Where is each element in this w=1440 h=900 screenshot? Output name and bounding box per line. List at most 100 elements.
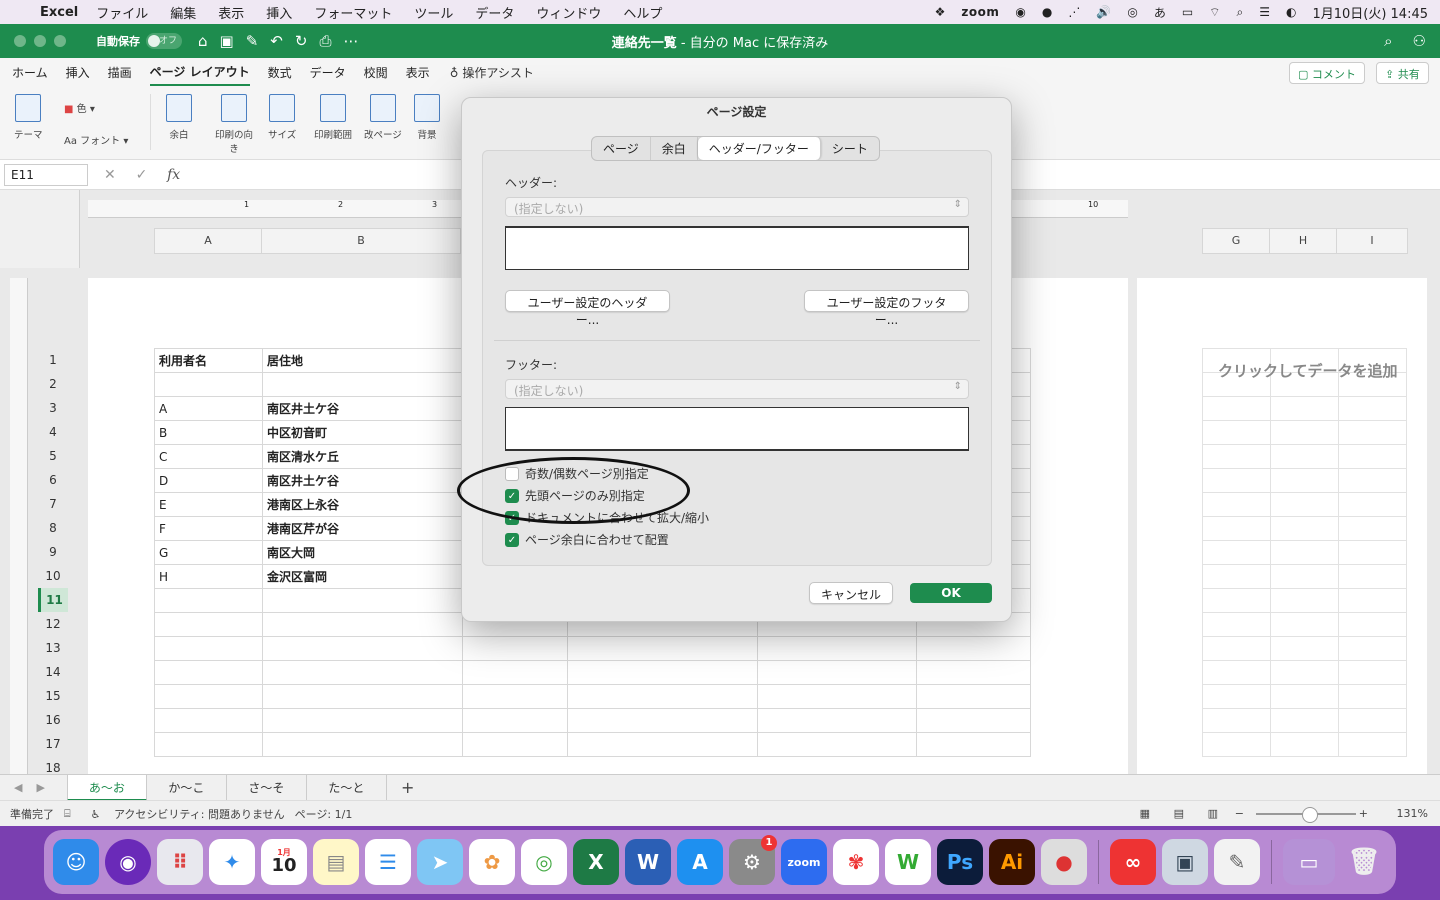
menu-window[interactable]: ウィンドウ [536,3,601,22]
launchpad-icon[interactable]: ⠿ [157,839,203,885]
header-select[interactable]: (指定しない) ⇕ [505,197,969,217]
fonts-button[interactable]: Aa フォント ▾ [64,132,128,147]
cell[interactable] [1202,684,1271,709]
cell[interactable] [1338,684,1407,709]
cell[interactable] [1338,540,1407,565]
creative-cloud-icon[interactable]: ◉ [1015,5,1025,19]
tab-view[interactable]: 表示 [406,60,430,85]
cell[interactable] [262,684,463,709]
tab-sheet[interactable]: シート [821,137,879,160]
tab-draw[interactable]: 描画 [108,60,132,85]
illustrator-icon[interactable]: Ai [989,839,1035,885]
sheet-tab-a-o[interactable]: あ～お [66,774,147,801]
cell[interactable] [462,636,568,661]
flower-app-icon[interactable]: ✾ [833,839,879,885]
cell[interactable] [916,708,1031,733]
row-header[interactable]: 9 [38,540,68,564]
accessibility-status[interactable]: ♿ アクセシビリティ: 問題ありません [81,806,285,822]
cell[interactable] [1202,444,1271,469]
colors-button[interactable]: ■ 色 ▾ [64,100,95,115]
macro-icon[interactable]: ⌸ [64,807,71,821]
menubar-clock[interactable]: 1月10日(火) 14:45 [1312,3,1428,22]
siri-icon[interactable]: ◐ [1286,5,1296,19]
cell[interactable] [462,660,568,685]
user-cell[interactable]: G [154,540,263,565]
cell[interactable] [1270,492,1339,517]
breaks-button[interactable]: 改ページ [364,94,402,141]
cell[interactable] [1202,708,1271,733]
cell[interactable] [154,372,263,397]
zoom-out-icon[interactable]: − [1235,807,1244,820]
cell[interactable] [154,636,263,661]
menu-insert[interactable]: 挿入 [266,3,292,22]
row-header[interactable]: 15 [38,684,68,708]
tell-me-assist[interactable]: ♁ 操作アシスト [450,64,534,81]
menu-view[interactable]: 表示 [218,3,244,22]
confirm-entry-icon[interactable]: ✓ [136,167,148,183]
cell[interactable] [1338,636,1407,661]
cell[interactable] [1202,420,1271,445]
cell[interactable] [1338,396,1407,421]
excel-dock-icon[interactable]: X [573,839,619,885]
name-box[interactable]: E11 [4,163,88,186]
maps-icon[interactable]: ➤ [417,839,463,885]
reminders-icon[interactable]: ☰ [365,839,411,885]
cell[interactable] [916,636,1031,661]
cell[interactable] [154,588,263,613]
menu-format[interactable]: フォーマット [314,3,392,22]
address-cell[interactable]: 金沢区富岡 [262,564,463,589]
user-cell[interactable]: F [154,516,263,541]
column-header-i[interactable]: I [1336,228,1408,254]
cell[interactable] [1338,732,1407,757]
tab-insert[interactable]: 挿入 [66,60,90,85]
address-cell[interactable]: 中区初音町 [262,420,463,445]
siri-app-icon[interactable]: ◉ [105,839,151,885]
spotlight-icon[interactable]: ⌕ [1236,5,1243,20]
more-icon[interactable]: ⋯ [343,32,358,50]
cell[interactable] [262,612,463,637]
control-center-icon[interactable]: ☰ [1259,5,1270,19]
header-cell-address[interactable]: 居住地 [262,348,463,373]
user-cell[interactable]: C [154,444,263,469]
cell[interactable] [1270,540,1339,565]
cell[interactable] [462,684,568,709]
cell[interactable] [262,372,463,397]
zoom-slider[interactable] [1256,807,1356,823]
cancel-entry-icon[interactable]: ✕ [104,167,116,183]
trash-icon[interactable]: 🗑 [1341,839,1387,885]
row-header[interactable]: 4 [38,420,68,444]
row-header[interactable]: 12 [38,612,68,636]
custom-footer-button[interactable]: ユーザー設定のフッター... [804,290,969,327]
zoom-app-icon[interactable]: zoom [781,839,827,885]
tab-data[interactable]: データ [310,60,346,85]
row-header[interactable]: 2 [38,372,68,396]
footer-select[interactable]: (指定しない) ⇕ [505,379,969,399]
cell[interactable] [1202,540,1271,565]
page-layout-view-icon[interactable]: ▤ [1174,807,1184,820]
tab-home[interactable]: ホーム [12,60,48,85]
cell[interactable] [1202,468,1271,493]
cell[interactable] [154,732,263,757]
cell[interactable] [1270,660,1339,685]
cell[interactable] [262,708,463,733]
edit-icon[interactable]: ✎ [246,32,259,50]
address-cell[interactable]: 港南区芹が谷 [262,516,463,541]
menu-tools[interactable]: ツール [414,3,453,22]
menu-data[interactable]: データ [475,3,514,22]
row-header[interactable]: 7 [38,492,68,516]
cell[interactable] [1270,612,1339,637]
menu-file[interactable]: ファイル [96,3,148,22]
column-header-g[interactable]: G [1202,228,1270,254]
custom-header-button[interactable]: ユーザー設定のヘッダー... [505,290,670,327]
grammarly-icon[interactable]: ● [1042,5,1052,19]
menu-edit[interactable]: 編集 [170,3,196,22]
redo-icon[interactable]: ↻ [295,32,308,50]
user-cell[interactable]: A [154,396,263,421]
close-window-button[interactable] [14,35,26,47]
address-cell[interactable]: 南区井土ケ谷 [262,468,463,493]
battery-icon[interactable]: ▭ [1182,5,1193,19]
cell[interactable] [1338,612,1407,637]
tab-margins[interactable]: 余白 [651,137,698,160]
zoom-window-button[interactable] [54,35,66,47]
cell[interactable] [154,684,263,709]
